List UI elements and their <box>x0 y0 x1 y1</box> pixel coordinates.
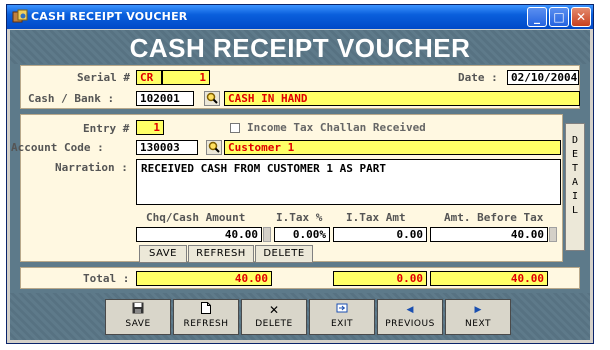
itax-amt-field[interactable]: 0.00 <box>333 227 427 242</box>
itax-pct-field[interactable]: 0.00% <box>274 227 330 242</box>
detail-letter: I <box>571 191 579 202</box>
exit-icon <box>310 302 374 318</box>
title-bar[interactable]: CASH RECEIPT VOUCHER _ □ ✕ <box>7 5 593 29</box>
serial-number-field[interactable]: 1 <box>162 70 210 85</box>
refresh-label: REFRESH <box>183 319 229 329</box>
detail-letter: T <box>571 163 579 174</box>
entry-number-field[interactable]: 1 <box>136 120 164 135</box>
voucher-header-panel: Serial # CR 1 Date : 02/10/2004 Cash / B… <box>20 65 580 109</box>
row-delete-button[interactable]: DELETE <box>255 245 313 263</box>
cash-bank-search-button[interactable] <box>204 91 220 106</box>
col-header-before-tax: Amt. Before Tax <box>444 211 544 224</box>
total-label: Total : <box>83 272 130 285</box>
client-area: CASH RECEIPT VOUCHER Serial # CR 1 Date … <box>10 30 590 340</box>
delete-x-icon: ✕ <box>268 303 280 317</box>
page-title: CASH RECEIPT VOUCHER <box>129 33 471 63</box>
amount-spin-button[interactable] <box>263 227 271 242</box>
detail-letter: D <box>571 135 579 146</box>
row-refresh-button[interactable]: REFRESH <box>188 245 254 263</box>
search-icon <box>206 92 218 104</box>
maximize-button[interactable]: □ <box>549 7 569 27</box>
next-label: NEXT <box>465 319 491 329</box>
amount-field[interactable]: 40.00 <box>136 227 262 242</box>
row-save-button[interactable]: SAVE <box>139 245 187 263</box>
header-band: CASH RECEIPT VOUCHER <box>10 30 590 64</box>
previous-label: PREVIOUS <box>385 319 435 329</box>
account-code-field[interactable]: 130003 <box>136 140 198 155</box>
total-itax-amt-field: 0.00 <box>333 271 427 286</box>
total-amount-field: 40.00 <box>136 271 272 286</box>
income-tax-checkbox[interactable] <box>230 123 240 133</box>
detail-letter: A <box>571 177 579 188</box>
save-label: SAVE <box>125 319 151 329</box>
col-header-itax-amt: I.Tax Amt <box>346 211 406 224</box>
new-document-icon <box>174 302 238 318</box>
total-before-tax-field: 40.00 <box>430 271 548 286</box>
totals-panel: Total : 40.00 0.00 40.00 <box>20 267 580 289</box>
search-icon <box>208 141 220 153</box>
income-tax-label: Income Tax Challan Received <box>247 121 426 134</box>
arrow-right-icon: ▶ <box>474 305 482 315</box>
serial-prefix-field[interactable]: CR <box>136 70 162 85</box>
account-code-label: Account Code : <box>11 141 104 154</box>
entry-label: Entry # <box>83 122 130 135</box>
save-button[interactable]: SAVE <box>105 299 171 335</box>
voucher-entry-panel: Entry # 1 Income Tax Challan Received Ac… <box>11 114 563 263</box>
narration-label: Narration : <box>55 161 128 174</box>
cash-bank-name-field[interactable]: CASH IN HAND <box>224 91 580 106</box>
narration-textarea[interactable]: RECEIVED CASH FROM CUSTOMER 1 AS PART <box>136 159 561 205</box>
date-field[interactable]: 02/10/2004 <box>507 70 579 85</box>
previous-button[interactable]: ◀ PREVIOUS <box>377 299 443 335</box>
app-icon <box>12 9 28 23</box>
before-tax-spin-button[interactable] <box>549 227 557 242</box>
account-name-field[interactable]: Customer 1 <box>224 140 561 155</box>
detail-letter: L <box>571 205 579 216</box>
detail-letter: E <box>571 149 579 160</box>
floppy-disk-icon <box>106 302 170 318</box>
date-label: Date : <box>458 71 498 84</box>
cash-bank-label: Cash / Bank : <box>28 92 115 105</box>
col-header-itax-pct: I.Tax % <box>276 211 323 224</box>
col-header-amount: Chq/Cash Amount <box>146 211 246 224</box>
arrow-left-icon: ◀ <box>406 305 414 315</box>
detail-button[interactable]: D E T A I L <box>565 123 585 251</box>
close-button[interactable]: ✕ <box>571 7 591 27</box>
app-window: CASH RECEIPT VOUCHER _ □ ✕ CASH RECEIPT … <box>6 4 594 344</box>
next-button[interactable]: ▶ NEXT <box>445 299 511 335</box>
delete-label: DELETE <box>255 319 293 329</box>
minimize-button[interactable]: _ <box>527 7 547 27</box>
exit-label: EXIT <box>330 319 353 329</box>
delete-button[interactable]: ✕ DELETE <box>241 299 307 335</box>
bottom-toolbar: SAVE REFRESH ✕ DELETE EXIT ◀ PREVIOUS ▶ … <box>10 293 590 340</box>
refresh-button[interactable]: REFRESH <box>173 299 239 335</box>
cash-bank-code-field[interactable]: 102001 <box>136 91 194 106</box>
account-search-button[interactable] <box>206 140 222 155</box>
row-button-group: SAVE REFRESH DELETE <box>139 245 319 263</box>
before-tax-field[interactable]: 40.00 <box>430 227 548 242</box>
window-title: CASH RECEIPT VOUCHER <box>31 10 188 23</box>
detail-label: D E T A I L <box>566 134 584 218</box>
exit-button[interactable]: EXIT <box>309 299 375 335</box>
serial-label: Serial # <box>77 71 130 84</box>
